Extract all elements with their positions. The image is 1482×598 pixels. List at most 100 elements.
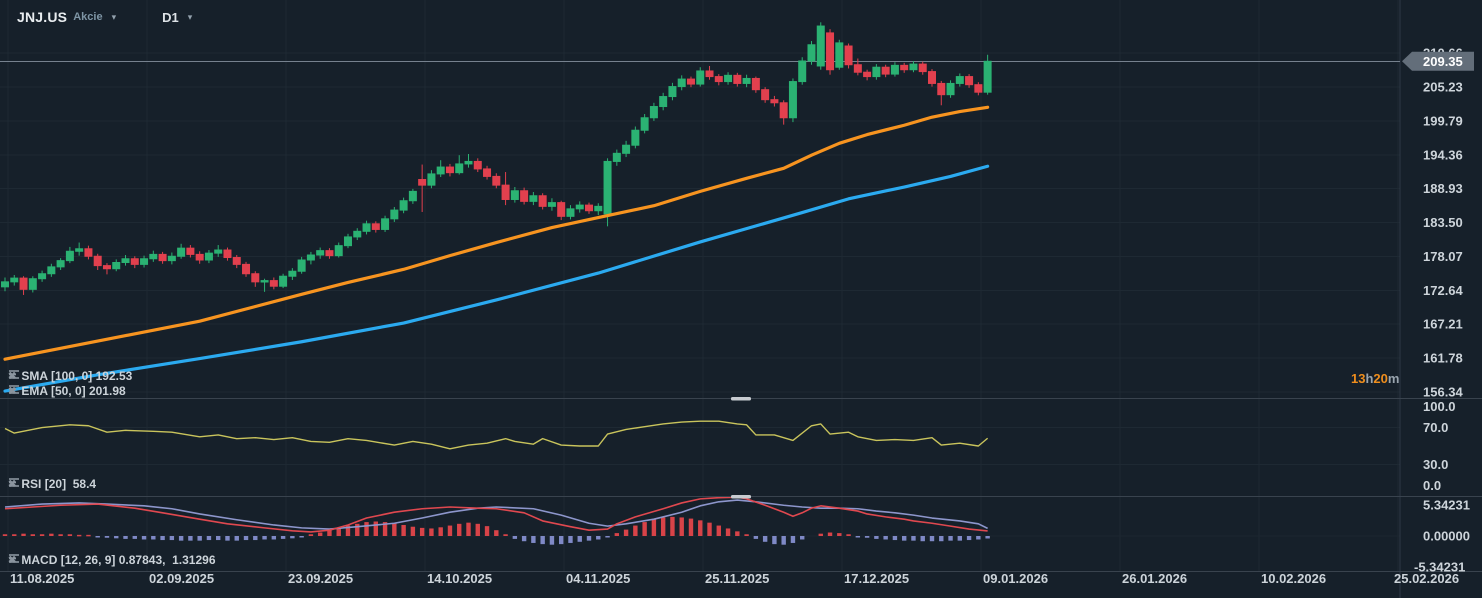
- macd-hist-bar-positive: [401, 525, 405, 536]
- bullish-candle: [456, 164, 463, 173]
- ma-overlays: [5, 107, 988, 359]
- bullish-candle: [205, 253, 212, 260]
- bullish-candle: [178, 248, 185, 256]
- macd-hist-bar-positive: [485, 526, 489, 536]
- bullish-candle: [428, 174, 435, 185]
- bullish-candle: [548, 203, 555, 207]
- date-axis-label: 09.01.2026: [983, 571, 1048, 586]
- macd-hist-bar-positive: [12, 534, 16, 536]
- bearish-candle: [882, 67, 889, 74]
- rsi-axis-label: 70.0: [1423, 420, 1448, 435]
- macd-hist-bar-negative: [550, 536, 554, 545]
- date-axis[interactable]: 11.08.202502.09.202523.09.202514.10.2025…: [10, 571, 1459, 586]
- indicator-settings-icon[interactable]: [8, 384, 21, 395]
- macd-hist-bar-positive: [698, 520, 702, 536]
- macd-hist-bar-positive: [642, 522, 646, 536]
- indicator-settings-icon[interactable]: [8, 553, 21, 564]
- symbol-dropdown-caret-icon[interactable]: ▾: [112, 12, 117, 23]
- macd-hist-bar-negative: [235, 536, 239, 541]
- rsi-axis-label: 30.0: [1423, 457, 1448, 472]
- bearish-candle: [966, 77, 973, 85]
- macd-hist-bar-negative: [948, 536, 952, 541]
- timeframe-label[interactable]: D1: [162, 10, 179, 25]
- macd-hist-bar-positive: [828, 533, 832, 536]
- price-axis-label: 172.64: [1423, 283, 1464, 298]
- bearish-candle: [493, 176, 500, 185]
- bullish-candle: [437, 167, 444, 174]
- macd-hist-bar-positive: [68, 534, 72, 536]
- bearish-candle: [854, 65, 861, 72]
- date-axis-label: 25.11.2025: [705, 571, 769, 586]
- macd-hist-bar-negative: [763, 536, 767, 542]
- macd-hist-bar-negative: [967, 536, 971, 540]
- macd-hist-bar-negative: [281, 536, 285, 539]
- bullish-candle: [150, 254, 157, 258]
- macd-hist-bar-positive: [689, 519, 693, 536]
- macd-hist-bar-negative: [188, 536, 192, 541]
- macd-hist-bar-positive: [707, 523, 711, 536]
- macd-hist-bar-negative: [105, 536, 109, 538]
- candlestick-series[interactable]: [2, 22, 992, 295]
- macd-axis-label: 5.34231: [1423, 498, 1470, 513]
- bullish-candle: [66, 251, 73, 260]
- macd-hist-bar-negative: [930, 536, 934, 541]
- bearish-candle: [827, 33, 834, 70]
- macd-hist-bar-positive: [466, 523, 470, 536]
- timeframe-dropdown-caret-icon[interactable]: ▾: [188, 12, 193, 23]
- timer-minutes: 20: [1373, 371, 1387, 386]
- macd-hist-bar-negative: [559, 536, 563, 544]
- macd-hist-bar-positive: [661, 517, 665, 536]
- macd-hist-bar-positive: [392, 523, 396, 536]
- macd-hist-bar-positive: [744, 534, 748, 536]
- bearish-candle: [103, 266, 110, 269]
- bearish-candle: [762, 90, 769, 100]
- macd-hist-bar-negative: [902, 536, 906, 541]
- price-axis[interactable]: 210.66205.23199.79194.36188.93183.50178.…: [1414, 46, 1470, 575]
- macd-hist-bar-positive: [58, 534, 62, 536]
- bearish-candle: [419, 180, 426, 186]
- bullish-candle: [298, 260, 305, 271]
- indicator-settings-icon[interactable]: [8, 369, 21, 380]
- macd-hist-bar-positive: [86, 535, 90, 537]
- bullish-candle: [39, 274, 46, 279]
- macd-hist-bar-positive: [503, 534, 507, 536]
- macd-hist-bar-positive: [726, 528, 730, 536]
- bullish-candle: [391, 210, 398, 219]
- macd-hist-bar-negative: [123, 536, 127, 539]
- ema-indicator-label: EMA [50, 0] 201.98: [21, 384, 125, 398]
- macd-hist-bar-negative: [160, 536, 164, 540]
- macd-hist-bar-negative: [151, 536, 155, 539]
- price-axis-label: 194.36: [1423, 147, 1463, 162]
- bearish-candle: [224, 250, 231, 257]
- chart-canvas[interactable]: 210.66205.23199.79194.36188.93183.50178.…: [0, 0, 1482, 598]
- sma-100-line: [5, 166, 988, 391]
- bullish-candle: [669, 87, 676, 97]
- bearish-candle: [558, 203, 565, 217]
- macd-hist-bar-negative: [142, 536, 146, 539]
- bearish-candle: [521, 191, 528, 202]
- macd-hist-bar-negative: [596, 536, 600, 539]
- bullish-candle: [215, 250, 222, 253]
- bearish-candle: [752, 78, 759, 89]
- panel-resize-handle[interactable]: [731, 397, 751, 401]
- macd-hist-bar-negative: [958, 536, 962, 541]
- bullish-candle: [76, 249, 83, 251]
- macd-hist-bar-positive: [438, 527, 442, 536]
- price-axis-label: 188.93: [1423, 181, 1463, 196]
- macd-axis-label: 0.00000: [1423, 529, 1470, 544]
- bullish-candle: [984, 61, 991, 92]
- current-price-label: 209.35: [1423, 54, 1463, 69]
- bearish-candle: [502, 185, 509, 199]
- bullish-candle: [697, 71, 704, 84]
- bearish-candle: [131, 259, 138, 265]
- macd-hist-bar-negative: [522, 536, 526, 541]
- macd-hist-bar-negative: [513, 536, 517, 539]
- macd-hist-bar-negative: [874, 536, 878, 539]
- indicator-settings-icon[interactable]: [8, 477, 21, 488]
- bearish-candle: [780, 103, 787, 118]
- trading-chart[interactable]: 210.66205.23199.79194.36188.93183.50178.…: [0, 0, 1482, 598]
- macd-hist-bar-negative: [781, 536, 785, 545]
- bullish-candle: [48, 267, 55, 274]
- panel-resize-handle[interactable]: [731, 495, 751, 499]
- bullish-candle: [613, 153, 620, 161]
